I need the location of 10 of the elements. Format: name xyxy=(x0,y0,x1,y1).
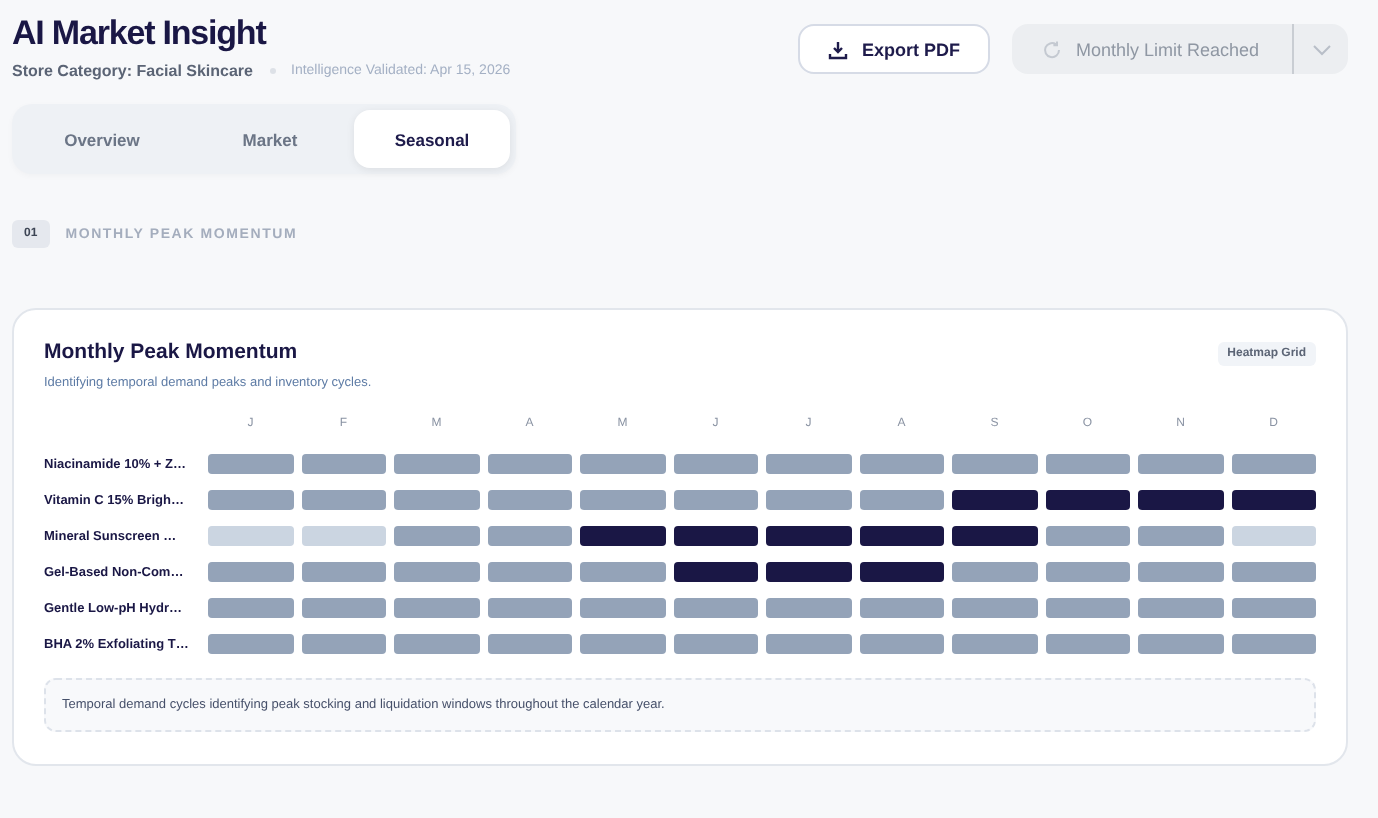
page-title: AI Market Insight xyxy=(12,12,269,56)
card-title: Monthly Peak Momentum xyxy=(44,340,300,364)
tab[interactable]: Overview xyxy=(18,110,186,168)
tab[interactable]: Market xyxy=(186,110,354,168)
store-category: Store Category: Facial Skincare xyxy=(12,62,253,80)
tab[interactable]: Seasonal xyxy=(354,110,510,168)
export-pdf-button[interactable]: Export PDF xyxy=(797,24,990,74)
refresh-icon xyxy=(1042,39,1062,59)
download-icon xyxy=(827,39,848,59)
caret-icon xyxy=(1311,43,1331,55)
